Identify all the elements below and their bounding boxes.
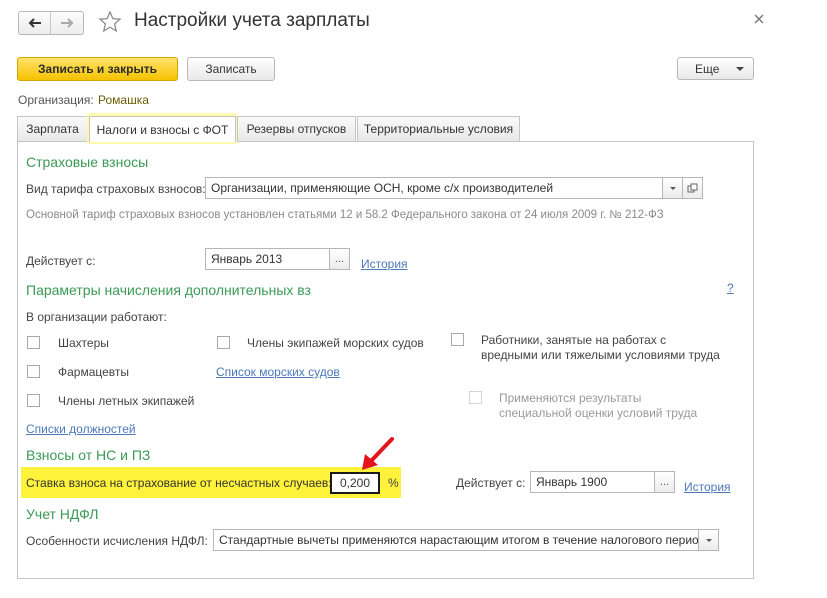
flight-crew-label: Члены летных экипажей [58,394,195,408]
effective-from-select-button[interactable]: ... [329,248,350,270]
harmful-conditions-checkbox[interactable] [451,333,464,346]
back-button[interactable] [19,12,51,34]
sea-crew-checkbox[interactable] [217,336,230,349]
effective-from-input[interactable]: Январь 2013 [205,248,330,270]
save-and-close-button[interactable]: Записать и закрыть [17,57,178,81]
open-form-icon [687,183,698,192]
more-menu-button[interactable]: Еще [677,57,754,80]
arrow-left-icon [28,18,41,28]
ns-effective-label: Действует с: [456,476,526,490]
rate-label: Ставка взноса на страхование от несчастн… [26,476,332,490]
caret-down-icon [669,186,676,190]
tariff-note: Основной тариф страховых взносов установ… [26,209,664,221]
sea-vessels-list-link[interactable]: Список морских судов [216,365,340,379]
works-label: В организации работают: [26,310,167,324]
favorite-star-icon[interactable] [98,10,122,34]
sea-crew-label: Члены экипажей морских судов [247,336,424,350]
pharmacists-checkbox[interactable] [27,365,40,378]
rate-input[interactable]: 0,200 [330,472,380,494]
insurance-history-link[interactable]: История [361,257,408,271]
more-label: Еще [695,61,720,76]
tab-territorial-conditions[interactable]: Территориальные условия [357,116,520,141]
caret-down-icon [705,538,712,542]
tab-vacation-reserves[interactable]: Резервы отпусков [237,116,356,141]
harmful-conditions-label-1: Работники, занятые на работах с [481,333,667,347]
pharmacists-label: Фармацевты [58,365,130,379]
harmful-conditions-label-2: вредными или тяжелыми условиями труда [481,348,720,362]
rate-unit: % [388,476,399,490]
arrow-right-icon [60,18,73,28]
ndfl-section-title: Учет НДФЛ [26,506,99,522]
ns-history-link[interactable]: История [684,480,731,494]
additional-section-title: Параметры начисления дополнительных вз [26,282,311,298]
tariff-dropdown-button[interactable] [662,177,683,199]
red-arrow-icon [362,437,394,470]
ns-effective-input[interactable]: Январь 1900 [530,471,655,493]
effective-from-label: Действует с: [26,254,96,268]
tab-salary[interactable]: Зарплата [17,116,88,141]
ndfl-calc-dropdown-button[interactable] [698,529,719,551]
save-button[interactable]: Записать [187,57,275,81]
ns-section-title: Взносы от НС и ПЗ [26,447,151,463]
ndfl-calc-select[interactable]: Стандартные вычеты применяются нарастающ… [213,529,699,551]
special-assessment-label-1: Применяются результаты [499,391,642,405]
ns-effective-select-button[interactable]: ... [654,471,675,493]
ndfl-calc-label: Особенности исчисления НДФЛ: [26,534,208,548]
special-assessment-checkbox [469,391,482,404]
tariff-label: Вид тарифа страховых взносов: [26,182,206,196]
navigation-buttons [18,11,84,35]
insurance-section-title: Страховые взносы [26,154,149,170]
caret-down-icon [736,67,744,71]
special-assessment-label-2: специальной оценки условий труда [499,406,698,420]
positions-lists-link[interactable]: Списки должностей [26,422,136,436]
close-icon[interactable] [752,12,766,26]
forward-button[interactable] [51,12,82,34]
miners-label: Шахтеры [58,336,109,350]
tariff-open-button[interactable] [682,177,703,199]
miners-checkbox[interactable] [27,336,40,349]
organization-value[interactable]: Ромашка [98,93,149,107]
window-title: Настройки учета зарплаты [134,10,370,31]
help-link[interactable]: ? [727,281,734,295]
organization-label: Организация: [18,93,94,107]
tab-taxes[interactable]: Налоги и взносы с ФОТ [89,116,236,142]
flight-crew-checkbox[interactable] [27,394,40,407]
tariff-select[interactable]: Организации, применяющие ОСН, кроме с/х … [205,177,663,199]
